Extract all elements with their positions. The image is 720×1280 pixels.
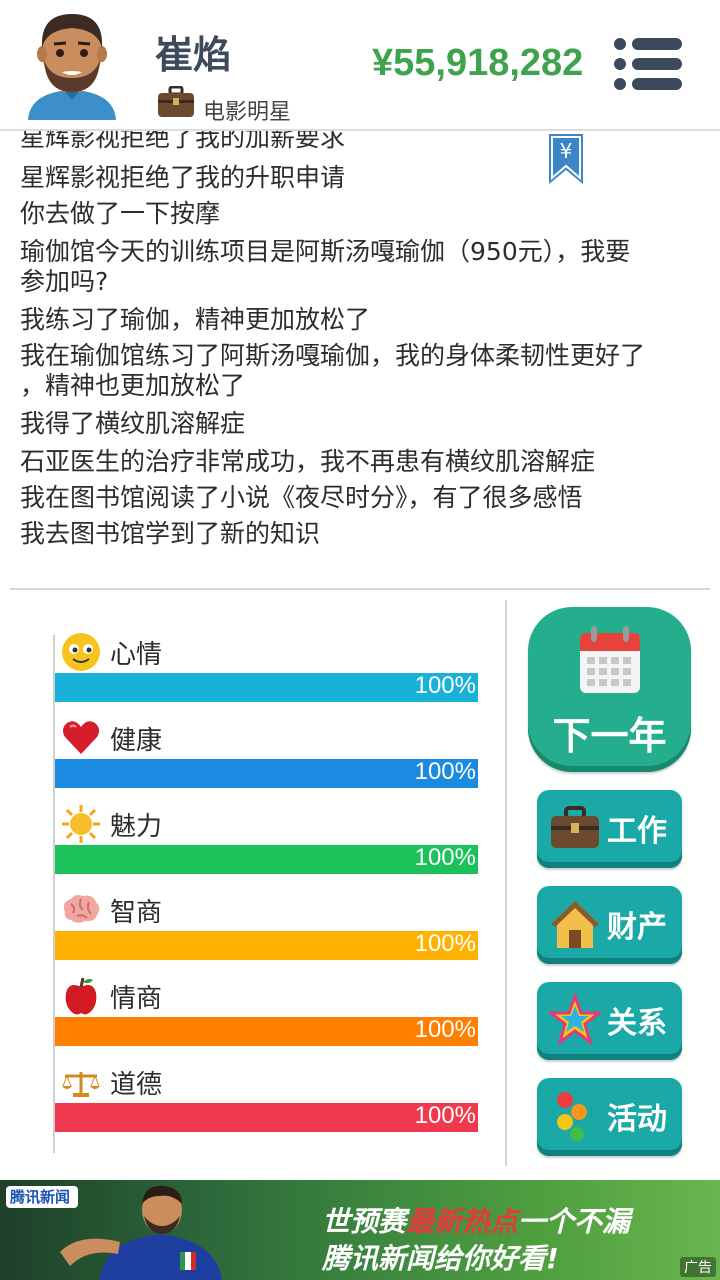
activities-icon: [557, 1092, 587, 1141]
log-line: 我去图书馆学到了新的知识: [20, 519, 321, 548]
scales-icon: [62, 1072, 100, 1097]
log-line: 星辉影视拒绝了我的升职申请: [20, 163, 346, 192]
ad-subheadline: 腾讯新闻给你好看!: [322, 1242, 559, 1275]
activities-label: 活动: [607, 1102, 667, 1137]
briefcase-icon: [551, 806, 599, 848]
smiley-icon: [62, 633, 100, 671]
star-icon: [549, 994, 601, 1046]
ad-headline-suffix: 一个不漏: [518, 1205, 631, 1238]
stat-charm: 魅力 100%: [55, 804, 478, 890]
log-line: ，精神也更加放松了: [20, 371, 246, 400]
stat-health: 健康 100%: [55, 718, 478, 804]
log-line: 我得了横纹肌溶解症: [20, 409, 246, 438]
briefcase-icon: [158, 86, 194, 117]
next-year-button[interactable]: 下一年: [528, 607, 691, 772]
log-line: 我练习了瑜伽，精神更加放松了: [20, 305, 371, 334]
event-log[interactable]: 星辉影视拒绝了我的加薪要求 星辉影视拒绝了我的升职申请 你去做了一下按摩 瑜伽馆…: [0, 131, 720, 589]
stat-label: 道德: [110, 1070, 163, 1100]
heart-icon: [62, 721, 100, 754]
ad-brand: 腾讯新闻: [6, 1186, 79, 1208]
menu-icon[interactable]: [612, 36, 684, 92]
stat-label: 智商: [110, 898, 163, 928]
divider: [10, 588, 710, 590]
stat-value: 100%: [414, 844, 476, 871]
job-title: 电影明星: [203, 100, 292, 125]
vertical-divider: [505, 600, 507, 1166]
ad-headline-hot: 最新热点: [406, 1205, 519, 1238]
log-line: 我在图书馆阅读了小说《夜尽时分》，有了很多感悟: [20, 483, 583, 512]
sun-icon: [62, 805, 100, 843]
work-button[interactable]: 工作: [537, 790, 682, 868]
next-year-label: 下一年: [552, 714, 667, 758]
stat-value: 100%: [414, 930, 476, 957]
log-line: 瑜伽馆今天的训练项目是阿斯汤嘎瑜伽（950元），我要: [20, 237, 631, 266]
stat-label: 心情: [110, 640, 163, 670]
header: 崔焰 电影明星 ¥55,918,282: [0, 0, 720, 131]
avatar[interactable]: [22, 8, 122, 120]
relations-label: 关系: [607, 1006, 667, 1041]
money-bookmark-icon[interactable]: ¥: [547, 134, 585, 184]
stat-iq: 智商 100%: [55, 890, 478, 976]
brain-icon: [63, 895, 100, 923]
stat-label: 情商: [110, 984, 163, 1014]
calendar-icon: [580, 626, 640, 693]
stat-label: 魅力: [110, 812, 163, 842]
activities-button[interactable]: 活动: [537, 1078, 682, 1156]
stat-value: 100%: [414, 1102, 476, 1129]
property-button[interactable]: 财产: [537, 886, 682, 964]
stat-mood: 心情 100%: [55, 632, 478, 718]
log-line: 你去做了一下按摩: [20, 199, 221, 228]
log-line: 参加吗?: [20, 267, 109, 296]
ad-headline-prefix: 世预赛: [322, 1205, 407, 1238]
stat-morality: 道德 100%: [55, 1062, 478, 1148]
stat-label: 健康: [110, 726, 163, 756]
stat-eq: 情商 100%: [55, 976, 478, 1062]
relations-button[interactable]: 关系: [537, 982, 682, 1060]
work-label: 工作: [607, 814, 667, 849]
stat-value: 100%: [414, 1016, 476, 1043]
log-line: 星辉影视拒绝了我的加薪要求: [20, 131, 346, 152]
ad-headline: 世预赛最新热点一个不漏: [322, 1200, 630, 1240]
apple-icon: [65, 977, 97, 1015]
log-line: 我在瑜伽馆练习了阿斯汤嘎瑜伽，我的身体柔韧性更好了: [20, 341, 646, 370]
house-icon: [551, 901, 599, 948]
log-line: 石亚医生的治疗非常成功，我不再患有横纹肌溶解症: [20, 447, 596, 476]
money-balance: ¥55,918,282: [372, 42, 584, 84]
ad-tag: 广告: [680, 1257, 716, 1277]
ad-banner[interactable]: 腾讯新闻 世预赛最新热点一个不漏 腾讯新闻给你好看! 广告: [0, 1180, 720, 1280]
property-label: 财产: [607, 910, 667, 945]
soccer-player-image: [60, 1185, 222, 1280]
player-name: 崔焰: [155, 33, 232, 77]
bookmark-symbol: ¥: [560, 139, 573, 163]
stat-value: 100%: [414, 672, 476, 699]
stat-value: 100%: [414, 758, 476, 785]
